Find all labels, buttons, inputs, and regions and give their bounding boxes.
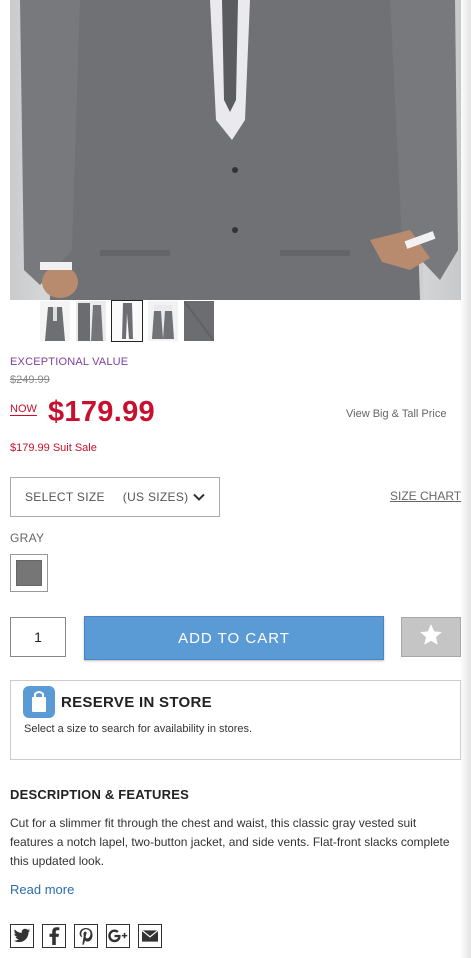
sale-price: $179.99 (48, 396, 155, 428)
color-swatch-gray[interactable] (10, 554, 48, 592)
reserve-in-store-panel: RESERVE IN STORE Select a size to search… (10, 680, 461, 760)
shopping-bag-icon (23, 686, 55, 718)
thumbnail-fabric[interactable] (184, 301, 214, 341)
size-select[interactable]: SELECT SIZE (US SIZES) (10, 477, 220, 517)
read-more-link[interactable]: Read more (10, 882, 74, 897)
reserve-subtitle: Select a size to search for availability… (24, 723, 253, 735)
description-text: Cut for a slimmer fit through the chest … (10, 816, 450, 868)
thumbnail-jacket-pants[interactable] (76, 301, 106, 341)
social-share-bar (10, 924, 162, 948)
page-edge-shadow (459, 0, 471, 958)
wishlist-button[interactable] (401, 617, 461, 657)
swatch-fill (16, 560, 42, 586)
chevron-down-icon (193, 491, 205, 506)
reserve-title: RESERVE IN STORE (61, 694, 212, 711)
pinterest-icon[interactable] (74, 924, 98, 948)
size-units-label: (US SIZES) (122, 490, 189, 504)
thumbnail-vest[interactable] (148, 301, 178, 341)
size-select-label: SELECT SIZE (25, 490, 105, 504)
big-tall-price-link[interactable]: View Big & Tall Price (346, 408, 446, 420)
star-icon (418, 622, 444, 653)
original-price: $249.99 (10, 374, 50, 386)
now-label: NOW (10, 403, 37, 416)
exceptional-value-badge: EXCEPTIONAL VALUE (10, 356, 129, 368)
size-chart-link[interactable]: SIZE CHART (390, 489, 461, 503)
product-main-image[interactable] (10, 0, 461, 300)
facebook-icon[interactable] (42, 924, 66, 948)
add-to-cart-button[interactable]: ADD TO CART (84, 616, 384, 660)
thumbnail-strip (40, 300, 214, 342)
thumbnail-pants[interactable] (111, 300, 143, 342)
quantity-input[interactable]: 1 (10, 617, 66, 657)
color-label: GRAY (10, 531, 45, 545)
email-icon[interactable] (138, 924, 162, 948)
thumbnail-front-jacket[interactable] (40, 301, 70, 341)
google-plus-icon[interactable] (106, 924, 130, 948)
description-heading: DESCRIPTION & FEATURES (10, 787, 189, 802)
promo-text: $179.99 Suit Sale (10, 442, 97, 454)
twitter-icon[interactable] (10, 924, 34, 948)
